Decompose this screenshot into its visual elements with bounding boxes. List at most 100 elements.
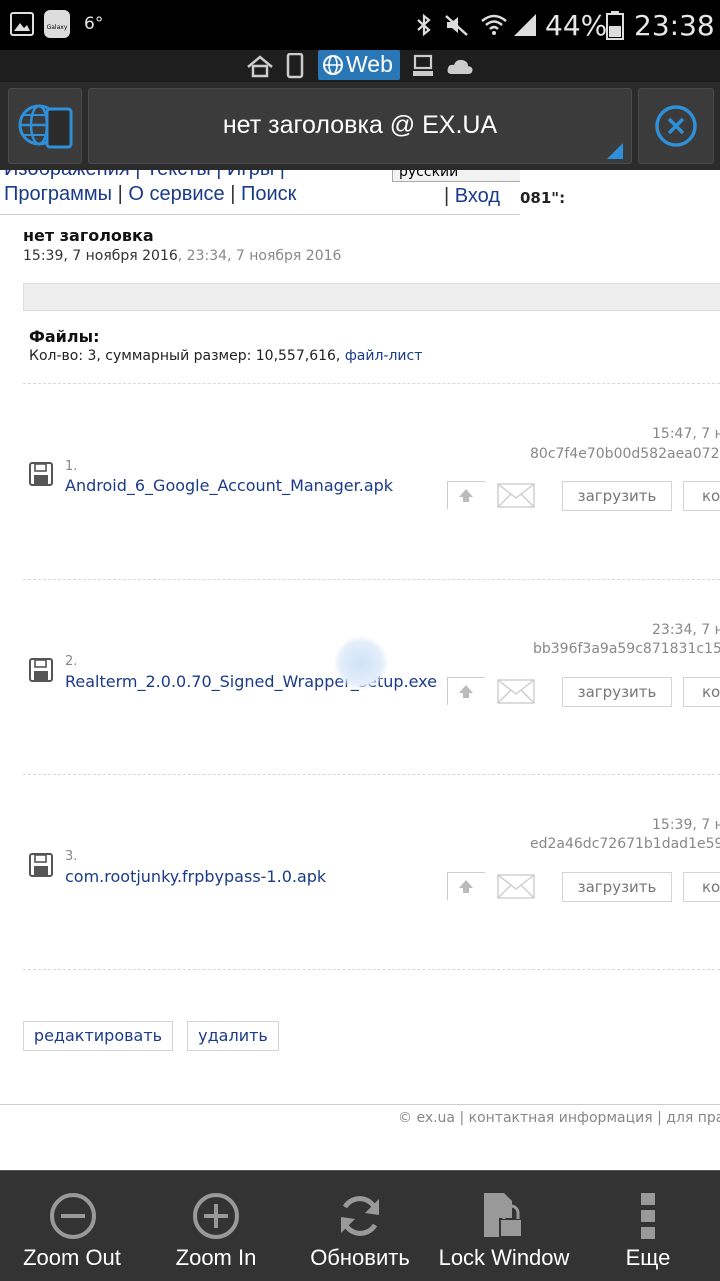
file-hash: bb396f3a9a59c871831c15: [533, 641, 720, 657]
nav-row-partial[interactable]: Изображения | Тексты | Игры |: [4, 170, 285, 181]
upload-icon[interactable]: [447, 481, 485, 509]
bottom-toolbar: Zoom Out Zoom In Обновить Lock Window Ещ…: [0, 1170, 720, 1281]
web-mode-tab[interactable]: Web: [318, 50, 400, 80]
web-content: Изображения | Тексты | Игры | русский Пр…: [0, 170, 720, 1170]
delete-button[interactable]: удалить: [187, 1021, 279, 1051]
login-area: | Вход: [444, 185, 501, 207]
zoom-out-button[interactable]: Zoom Out: [0, 1171, 144, 1281]
globe-tablet-icon: [18, 104, 73, 149]
home-icon[interactable]: [246, 54, 274, 78]
mail-icon[interactable]: [497, 872, 535, 900]
temperature: 6°: [84, 14, 104, 34]
download-button[interactable]: загрузить: [562, 677, 672, 707]
copy-button[interactable]: ко: [683, 677, 720, 707]
zoom-out-label: Zoom Out: [23, 1245, 121, 1270]
floppy-disk-icon: [29, 462, 53, 486]
desktop-icon[interactable]: [412, 54, 436, 78]
more-vertical-icon: [641, 1193, 655, 1239]
edit-button[interactable]: редактировать: [23, 1021, 173, 1051]
file-index: 2.: [65, 654, 78, 669]
file-time: 15:47, 7 н: [652, 426, 720, 442]
mode-switch-button[interactable]: [8, 88, 82, 164]
page-title-field[interactable]: нет заголовка @ EX.UA: [88, 88, 632, 164]
refresh-label: Обновить: [310, 1245, 410, 1270]
file-row: 3. com.rootjunky.frpbypass-1.0.apk 15:39…: [0, 775, 720, 969]
copy-button[interactable]: ко: [683, 872, 720, 902]
mode-bar: Web: [0, 50, 720, 82]
nav-programs-link[interactable]: Программы: [4, 183, 112, 205]
lock-window-label: Lock Window: [438, 1245, 570, 1270]
signal-icon: [514, 14, 536, 36]
battery-icon: [606, 11, 624, 40]
download-button[interactable]: загрузить: [562, 481, 672, 511]
download-button[interactable]: загрузить: [562, 872, 672, 902]
corner-triangle-icon: [607, 143, 623, 159]
upload-icon[interactable]: [447, 677, 485, 705]
created-date: 15:39, 7 ноября 2016: [23, 248, 178, 264]
footer-copyright[interactable]: © ex.ua: [398, 1110, 455, 1126]
page-title: нет заголовка @ EX.UA: [222, 111, 498, 139]
nav-about-link[interactable]: О сервисе: [128, 183, 224, 205]
footer: © ex.ua | контактная информация | для пр…: [398, 1110, 720, 1126]
gallery-icon: [10, 12, 34, 36]
url-bar: нет заголовка @ EX.UA: [0, 82, 720, 170]
web-mode-label: Web: [346, 51, 393, 77]
phone-icon[interactable]: [286, 53, 304, 79]
lock-window-icon: [484, 1193, 523, 1238]
galaxy-label: Galaxy: [46, 24, 68, 31]
battery-percent: 44%: [545, 9, 608, 42]
close-page-button[interactable]: [638, 88, 714, 164]
close-icon: [655, 105, 697, 147]
file-row: 1. Android_6_Google_Account_Manager.apk …: [0, 384, 720, 579]
file-hash: 80c7f4e70b00d582aea072: [530, 446, 720, 462]
content-title: нет заголовка: [23, 226, 154, 245]
file-time: 23:34, 7 н: [652, 622, 720, 638]
files-summary: Кол-во: 3, суммарный размер: 10,557,616,…: [29, 348, 422, 364]
upload-icon[interactable]: [447, 872, 485, 900]
refresh-button[interactable]: Обновить: [288, 1171, 432, 1281]
lock-window-button[interactable]: Lock Window: [432, 1171, 576, 1281]
zoom-in-button[interactable]: Zoom In: [144, 1171, 288, 1281]
more-label: Еще: [625, 1245, 671, 1270]
bluetooth-icon: [417, 13, 431, 37]
description-box: [23, 283, 720, 311]
mail-icon[interactable]: [497, 481, 535, 509]
file-time: 15:39, 7 н: [652, 817, 720, 833]
zoom-out-icon: [50, 1193, 96, 1239]
partial-title-text: 081":: [520, 189, 566, 207]
galaxy-apps-icon: Galaxy: [44, 10, 70, 38]
more-button[interactable]: Еще: [576, 1171, 720, 1281]
site-nav: Изображения | Тексты | Игры | русский Пр…: [0, 170, 520, 215]
divider: [23, 969, 720, 970]
status-bar: Galaxy 6° 44% 23:38: [0, 0, 720, 50]
content-dates: 15:39, 7 ноября 2016, 23:34, 7 ноября 20…: [23, 248, 341, 264]
zoom-in-label: Zoom In: [175, 1245, 257, 1270]
file-index: 1.: [65, 459, 78, 474]
footer-divider: [0, 1104, 720, 1105]
file-name-link[interactable]: Android_6_Google_Account_Manager.apk: [65, 476, 393, 495]
mute-icon: [445, 15, 468, 36]
files-summary-text: Кол-во: 3, суммарный размер: 10,557,616,: [29, 348, 345, 364]
refresh-icon: [341, 1196, 379, 1236]
clock: 23:38: [634, 9, 715, 42]
modified-date: , 23:34, 7 ноября 2016: [177, 248, 342, 264]
floppy-disk-icon: [29, 658, 53, 682]
file-name-link[interactable]: com.rootjunky.frpbypass-1.0.apk: [65, 867, 326, 886]
nav-search-link[interactable]: Поиск: [241, 183, 296, 205]
footer-contact-link[interactable]: контактная информация: [469, 1110, 653, 1126]
file-hash: ed2a46dc72671b1dad1e59: [530, 836, 720, 852]
floppy-disk-icon: [29, 853, 53, 877]
wifi-icon: [481, 14, 507, 35]
language-select[interactable]: русский: [392, 170, 520, 182]
language-select-value: русский: [399, 170, 459, 180]
zoom-in-icon: [193, 1193, 239, 1239]
cloud-icon[interactable]: [446, 56, 474, 76]
mail-icon[interactable]: [497, 677, 535, 705]
nav-row: Программы | О сервисе | Поиск: [4, 183, 297, 205]
copy-button[interactable]: ко: [683, 481, 720, 511]
files-label: Файлы:: [29, 327, 100, 346]
file-list-link[interactable]: файл-лист: [345, 348, 423, 364]
footer-more-link[interactable]: для пра: [666, 1110, 720, 1126]
globe-icon: [323, 55, 343, 75]
login-link[interactable]: Вход: [455, 185, 500, 207]
